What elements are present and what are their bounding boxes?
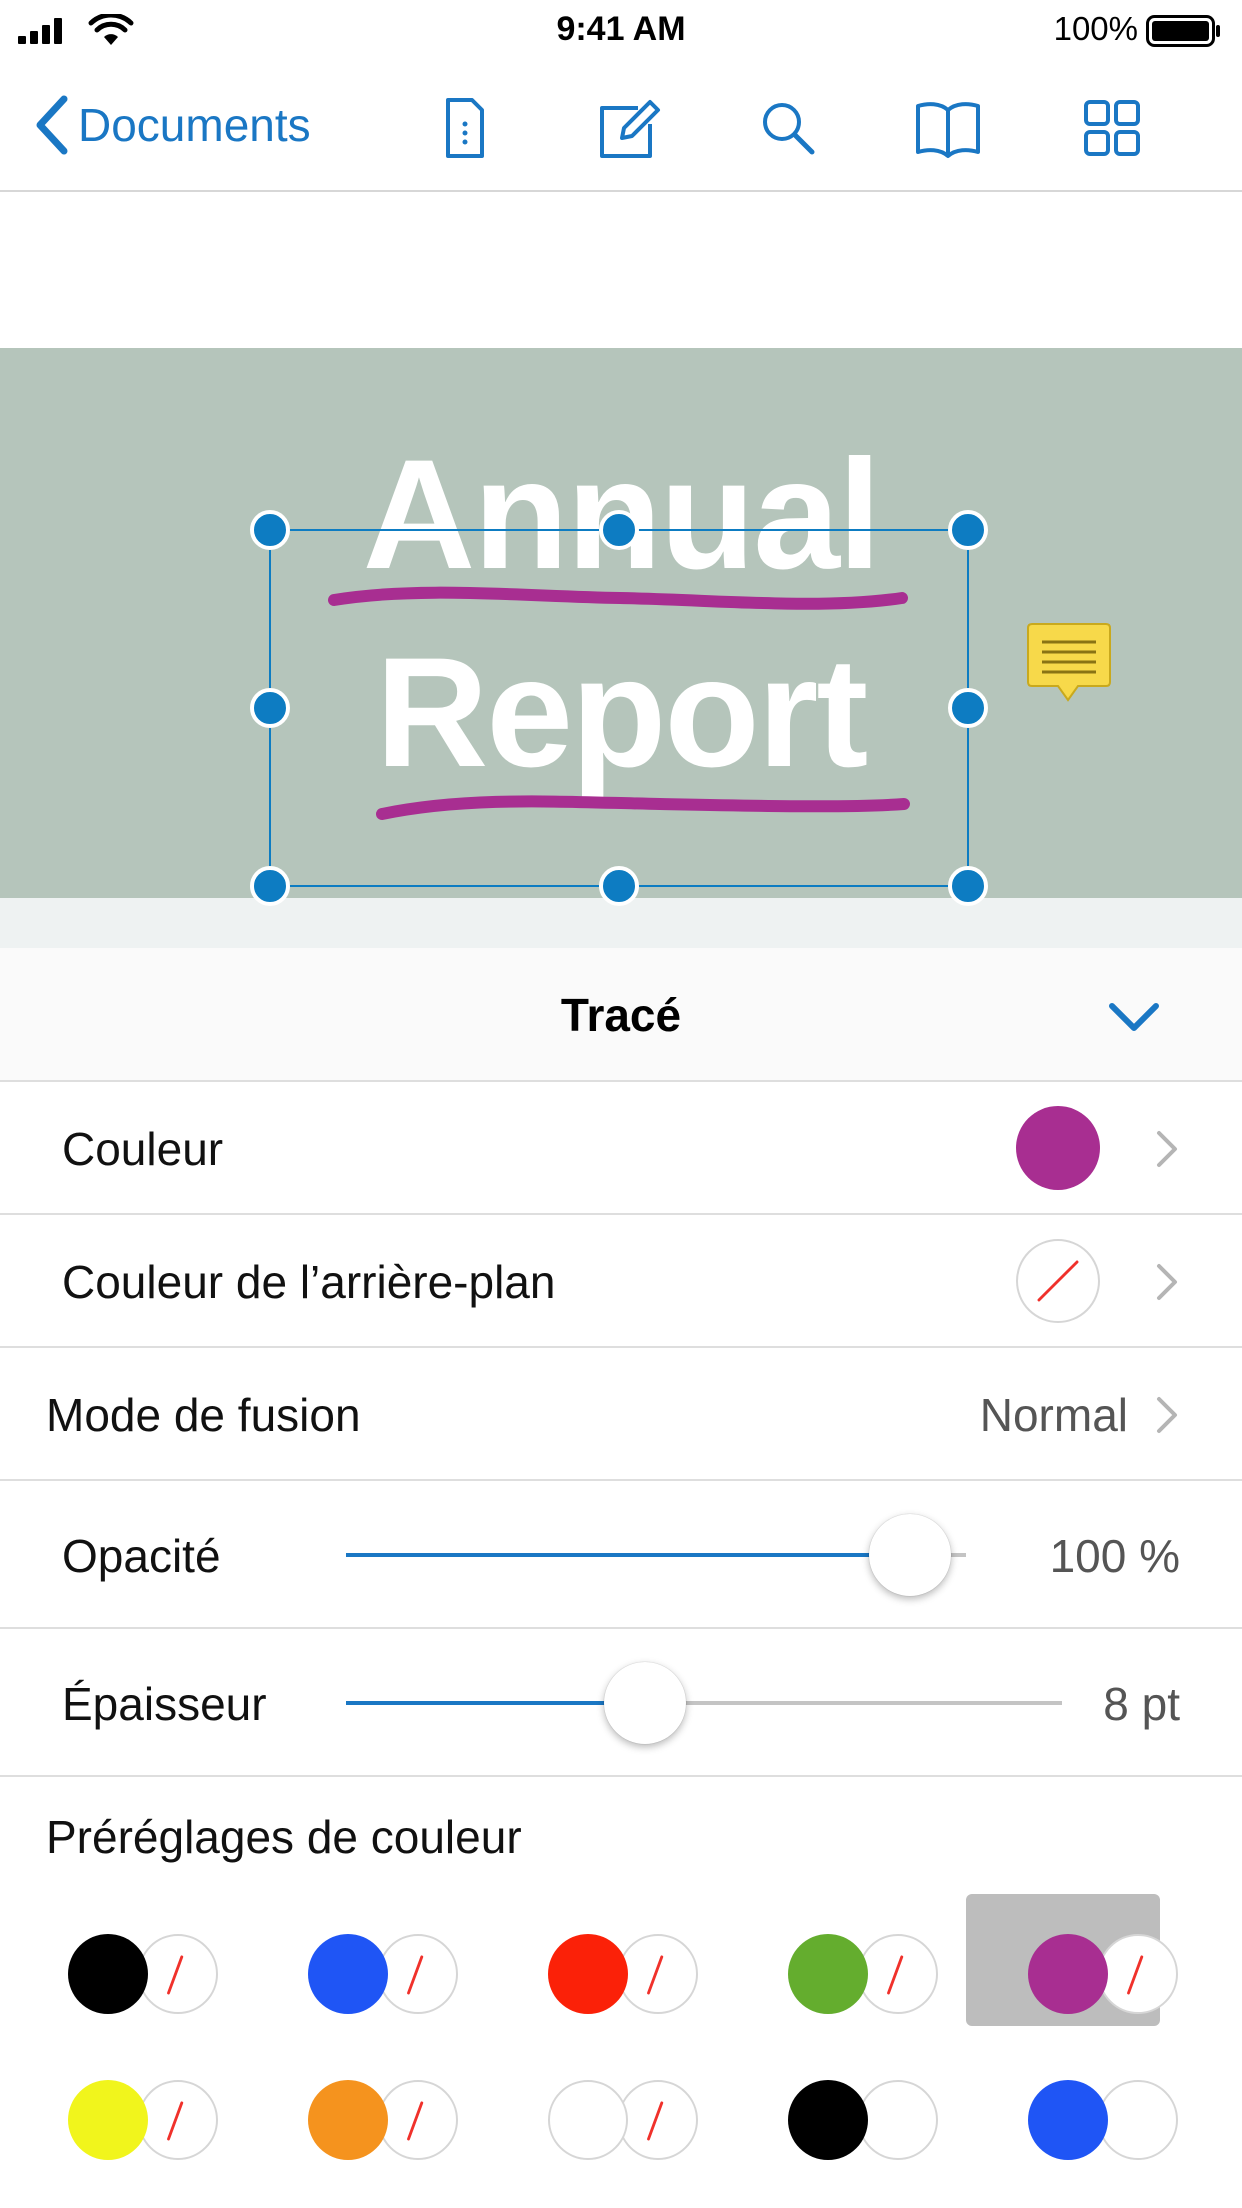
no-color-icon bbox=[1127, 1955, 1144, 1995]
no-color-icon bbox=[167, 1955, 184, 1995]
color-preset[interactable] bbox=[66, 2074, 218, 2166]
status-bar: 9:41 AM 100% bbox=[0, 0, 1242, 62]
thickness-label: Épaisseur bbox=[62, 1678, 267, 1730]
chevron-right-icon bbox=[1157, 1397, 1177, 1433]
color-preset[interactable] bbox=[786, 2074, 938, 2166]
annotation-inspector: Tracé Couleur Couleur de l’arrière-plan … bbox=[0, 948, 1242, 2208]
back-label: Documents bbox=[78, 99, 311, 151]
background-color-row[interactable]: Couleur de l’arrière-plan bbox=[0, 1215, 1242, 1348]
thickness-row: Épaisseur 8 pt bbox=[0, 1629, 1242, 1777]
preset-stroke-swatch bbox=[1028, 2080, 1108, 2160]
ink-annotations bbox=[269, 529, 969, 887]
selection-handle-top-center[interactable] bbox=[599, 510, 639, 550]
battery-icon bbox=[1146, 15, 1220, 47]
inspector-title: Tracé bbox=[560, 989, 682, 1041]
background-color-swatch bbox=[1016, 1239, 1100, 1323]
search-icon bbox=[763, 103, 815, 155]
color-preset[interactable] bbox=[966, 1894, 1178, 2026]
thumbnails-grid-icon bbox=[1084, 100, 1140, 156]
thickness-value: 8 pt bbox=[1103, 1678, 1180, 1730]
color-preset[interactable] bbox=[66, 1928, 218, 2020]
selection-handle-top-left[interactable] bbox=[250, 510, 290, 550]
navigation-bar: Documents bbox=[0, 62, 1242, 192]
preset-background-swatch bbox=[858, 2080, 938, 2160]
selection-handle-middle-left[interactable] bbox=[250, 688, 290, 728]
bookmarks-button[interactable] bbox=[914, 94, 982, 162]
background-color-label: Couleur de l’arrière-plan bbox=[62, 1256, 556, 1308]
chevron-right-icon bbox=[1157, 1264, 1177, 1300]
no-color-icon bbox=[167, 2101, 184, 2141]
preset-background-swatch bbox=[618, 1934, 698, 2014]
preset-stroke-swatch bbox=[308, 1934, 388, 2014]
ink-underline-1 bbox=[328, 586, 908, 610]
preset-stroke-swatch bbox=[68, 2080, 148, 2160]
selection-handle-middle-right[interactable] bbox=[948, 688, 988, 728]
color-preset[interactable] bbox=[306, 2074, 458, 2166]
opacity-slider-fill bbox=[346, 1553, 910, 1557]
note-annotation-icon[interactable] bbox=[1026, 620, 1112, 704]
chevron-right-icon bbox=[1157, 1131, 1177, 1167]
selection-handle-bottom-left[interactable] bbox=[250, 866, 290, 906]
preset-background-swatch bbox=[618, 2080, 698, 2160]
no-color-icon bbox=[407, 1955, 424, 1995]
edit-annotations-button[interactable] bbox=[594, 94, 662, 162]
opacity-label: Opacité bbox=[62, 1530, 221, 1582]
preset-stroke-swatch bbox=[788, 2080, 868, 2160]
ink-underline-2 bbox=[376, 795, 910, 820]
preset-background-swatch bbox=[378, 1934, 458, 2014]
preset-stroke-swatch bbox=[788, 1934, 868, 2014]
color-row[interactable]: Couleur bbox=[0, 1082, 1242, 1215]
color-swatch bbox=[1016, 1106, 1100, 1190]
no-color-icon bbox=[887, 1955, 904, 1995]
color-preset[interactable] bbox=[306, 1928, 458, 2020]
search-button[interactable] bbox=[754, 94, 822, 162]
back-button[interactable]: Documents bbox=[32, 92, 311, 158]
opacity-value: 100 % bbox=[1049, 1530, 1180, 1582]
preset-stroke-swatch bbox=[308, 2080, 388, 2160]
preset-stroke-swatch bbox=[548, 2080, 628, 2160]
battery-percentage: 100% bbox=[1053, 10, 1138, 47]
preset-background-swatch bbox=[1098, 1934, 1178, 2014]
color-preset[interactable] bbox=[1026, 2074, 1178, 2166]
selection-box bbox=[269, 529, 969, 887]
preset-background-swatch bbox=[858, 1934, 938, 2014]
thumbnails-button[interactable] bbox=[1078, 94, 1146, 162]
chevron-down-icon[interactable] bbox=[1104, 992, 1164, 1040]
preset-stroke-swatch bbox=[1028, 1934, 1108, 2014]
color-preset[interactable] bbox=[546, 2074, 698, 2166]
preset-stroke-swatch bbox=[548, 1934, 628, 2014]
no-color-icon bbox=[647, 2101, 664, 2141]
blend-mode-label: Mode de fusion bbox=[46, 1389, 361, 1441]
thickness-slider-thumb[interactable] bbox=[604, 1662, 687, 1744]
color-presets-label: Préréglages de couleur bbox=[46, 1811, 522, 1863]
color-preset[interactable] bbox=[546, 1928, 698, 2020]
preset-background-swatch bbox=[138, 1934, 218, 2014]
bookmarks-icon bbox=[916, 102, 980, 158]
preset-background-swatch bbox=[1098, 2080, 1178, 2160]
blend-mode-value: Normal bbox=[979, 1389, 1128, 1441]
no-color-icon bbox=[1037, 1260, 1079, 1302]
inspector-header: Tracé bbox=[0, 948, 1242, 1082]
document-page[interactable]: Annual Report bbox=[0, 194, 1242, 948]
chevron-left-icon bbox=[36, 95, 68, 155]
edit-icon bbox=[600, 100, 660, 158]
blend-mode-row[interactable]: Mode de fusion Normal bbox=[0, 1348, 1242, 1481]
selection-handle-bottom-center[interactable] bbox=[599, 866, 639, 906]
selection-handle-bottom-right[interactable] bbox=[948, 866, 988, 906]
no-color-icon bbox=[647, 1955, 664, 1995]
color-preset[interactable] bbox=[786, 1928, 938, 2020]
document-info-button[interactable] bbox=[430, 94, 498, 162]
preset-stroke-swatch bbox=[68, 1934, 148, 2014]
preset-background-swatch bbox=[138, 2080, 218, 2160]
document-info-icon bbox=[446, 98, 484, 158]
opacity-slider-thumb[interactable] bbox=[869, 1514, 951, 1596]
selection-handle-top-right[interactable] bbox=[948, 510, 988, 550]
preset-background-swatch bbox=[378, 2080, 458, 2160]
opacity-row: Opacité 100 % bbox=[0, 1481, 1242, 1629]
no-color-icon bbox=[407, 2101, 424, 2141]
thickness-slider-fill bbox=[346, 1701, 646, 1705]
color-label: Couleur bbox=[62, 1123, 224, 1175]
